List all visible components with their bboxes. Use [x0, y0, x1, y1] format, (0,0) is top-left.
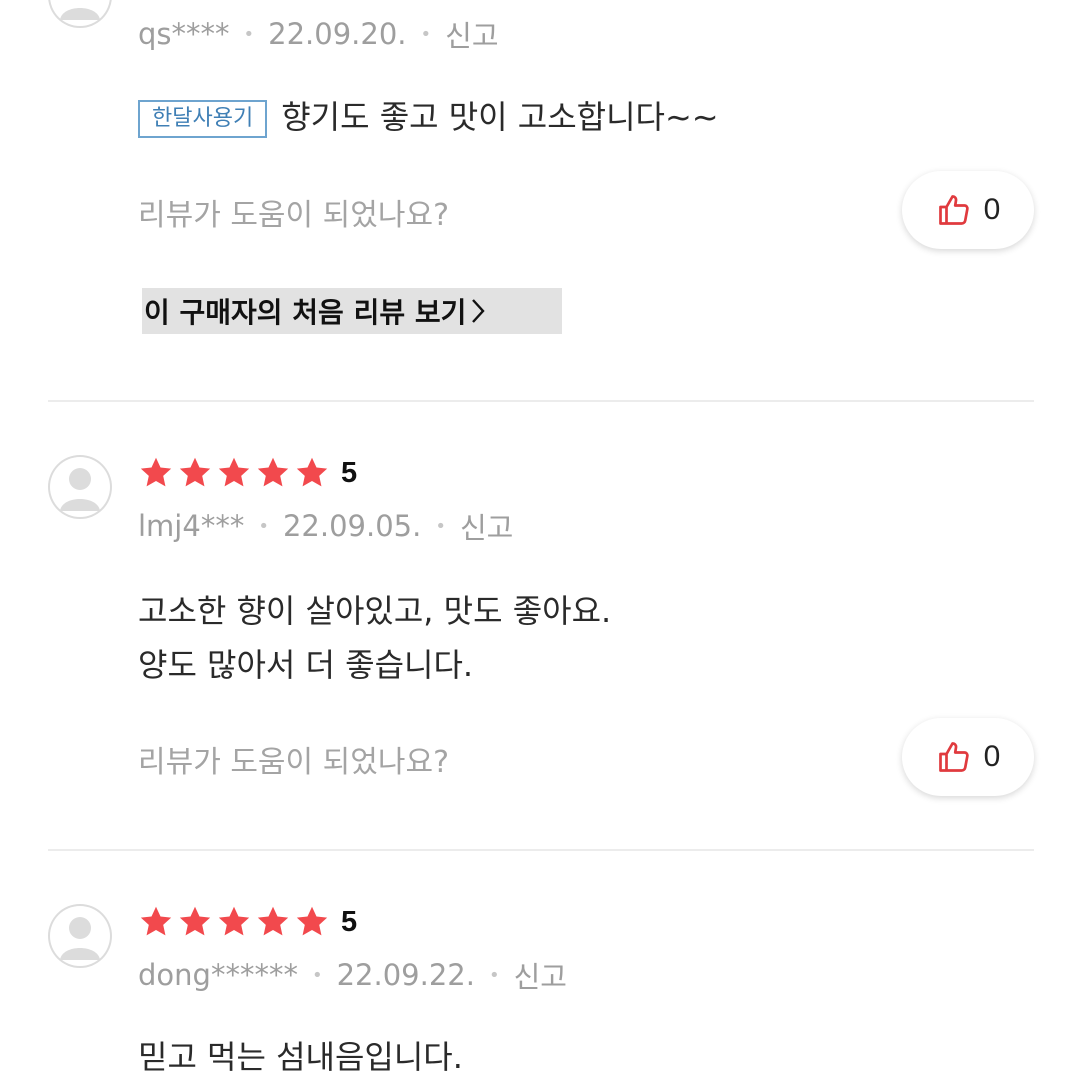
report-button[interactable]: 신고: [445, 13, 498, 55]
separator-dot: •: [311, 964, 323, 986]
review-user: lmj4***: [138, 509, 245, 543]
report-button[interactable]: 신고: [460, 505, 513, 547]
review-text-content: 향기도 좋고 맛이 고소합니다~~: [281, 98, 719, 136]
review-text: 믿고 먹는 섬내음입니다.: [138, 1038, 463, 1076]
review-meta: lmj4*** • 22.09.05. • 신고: [138, 506, 513, 546]
review-user: qs****: [138, 17, 230, 51]
review-meta: qs**** • 22.09.20. • 신고: [138, 14, 499, 54]
avatar: [48, 455, 112, 519]
separator-dot: •: [243, 23, 255, 45]
report-button[interactable]: 신고: [514, 954, 567, 996]
separator-dot: •: [435, 515, 446, 537]
avatar: [48, 904, 112, 968]
helpful-question: 리뷰가 도움이 되었나요?: [138, 198, 449, 233]
thumbs-up-icon: [938, 742, 969, 772]
separator-dot: •: [488, 964, 500, 986]
star-icon: [140, 906, 172, 936]
first-review-link-label: 이 구매자의 처음 리뷰 보기: [144, 296, 467, 329]
like-button[interactable]: 0: [902, 718, 1034, 796]
star-icon: [179, 457, 211, 487]
review-date: 22.09.05.: [282, 509, 422, 543]
user-silhouette-icon: [50, 457, 110, 517]
review-date: 22.09.20.: [268, 17, 407, 51]
rating-score: 5: [341, 457, 358, 489]
review-tag: 한달사용기: [138, 100, 268, 138]
avatar: [48, 0, 112, 28]
star-icon: [179, 906, 211, 936]
star-icon: [257, 457, 289, 487]
star-icon: [218, 906, 250, 936]
like-count: 0: [983, 740, 1001, 773]
divider: [48, 849, 1034, 851]
review-text-line: 고소한 향이 살아있고, 맛도 좋아요.: [138, 592, 612, 630]
user-silhouette-icon: [50, 906, 110, 966]
star-icon: [296, 457, 328, 487]
star-rating: 5: [138, 904, 357, 940]
review-text-line: 양도 많아서 더 좋습니다.: [138, 646, 474, 684]
thumbs-up-icon: [938, 195, 969, 225]
chevron-right-icon: [472, 299, 485, 323]
review-user: dong******: [138, 958, 298, 992]
review-meta: dong****** • 22.09.22. • 신고: [138, 955, 567, 995]
helpful-question: 리뷰가 도움이 되었나요?: [138, 745, 449, 780]
star-icon: [296, 906, 328, 936]
first-review-link[interactable]: 이 구매자의 처음 리뷰 보기: [142, 288, 562, 334]
review-text: 한달사용기 향기도 좋고 맛이 고소합니다~~: [138, 90, 719, 144]
star-icon: [218, 457, 250, 487]
divider: [48, 400, 1034, 402]
rating-score: 5: [341, 906, 358, 938]
review-date: 22.09.22.: [336, 958, 475, 992]
like-button[interactable]: 0: [902, 171, 1034, 249]
star-icon: [140, 457, 172, 487]
star-rating: 5: [138, 455, 357, 491]
separator-dot: •: [258, 515, 269, 537]
like-count: 0: [983, 193, 1001, 226]
user-silhouette-icon: [50, 0, 110, 26]
star-icon: [257, 906, 289, 936]
separator-dot: •: [420, 23, 432, 45]
